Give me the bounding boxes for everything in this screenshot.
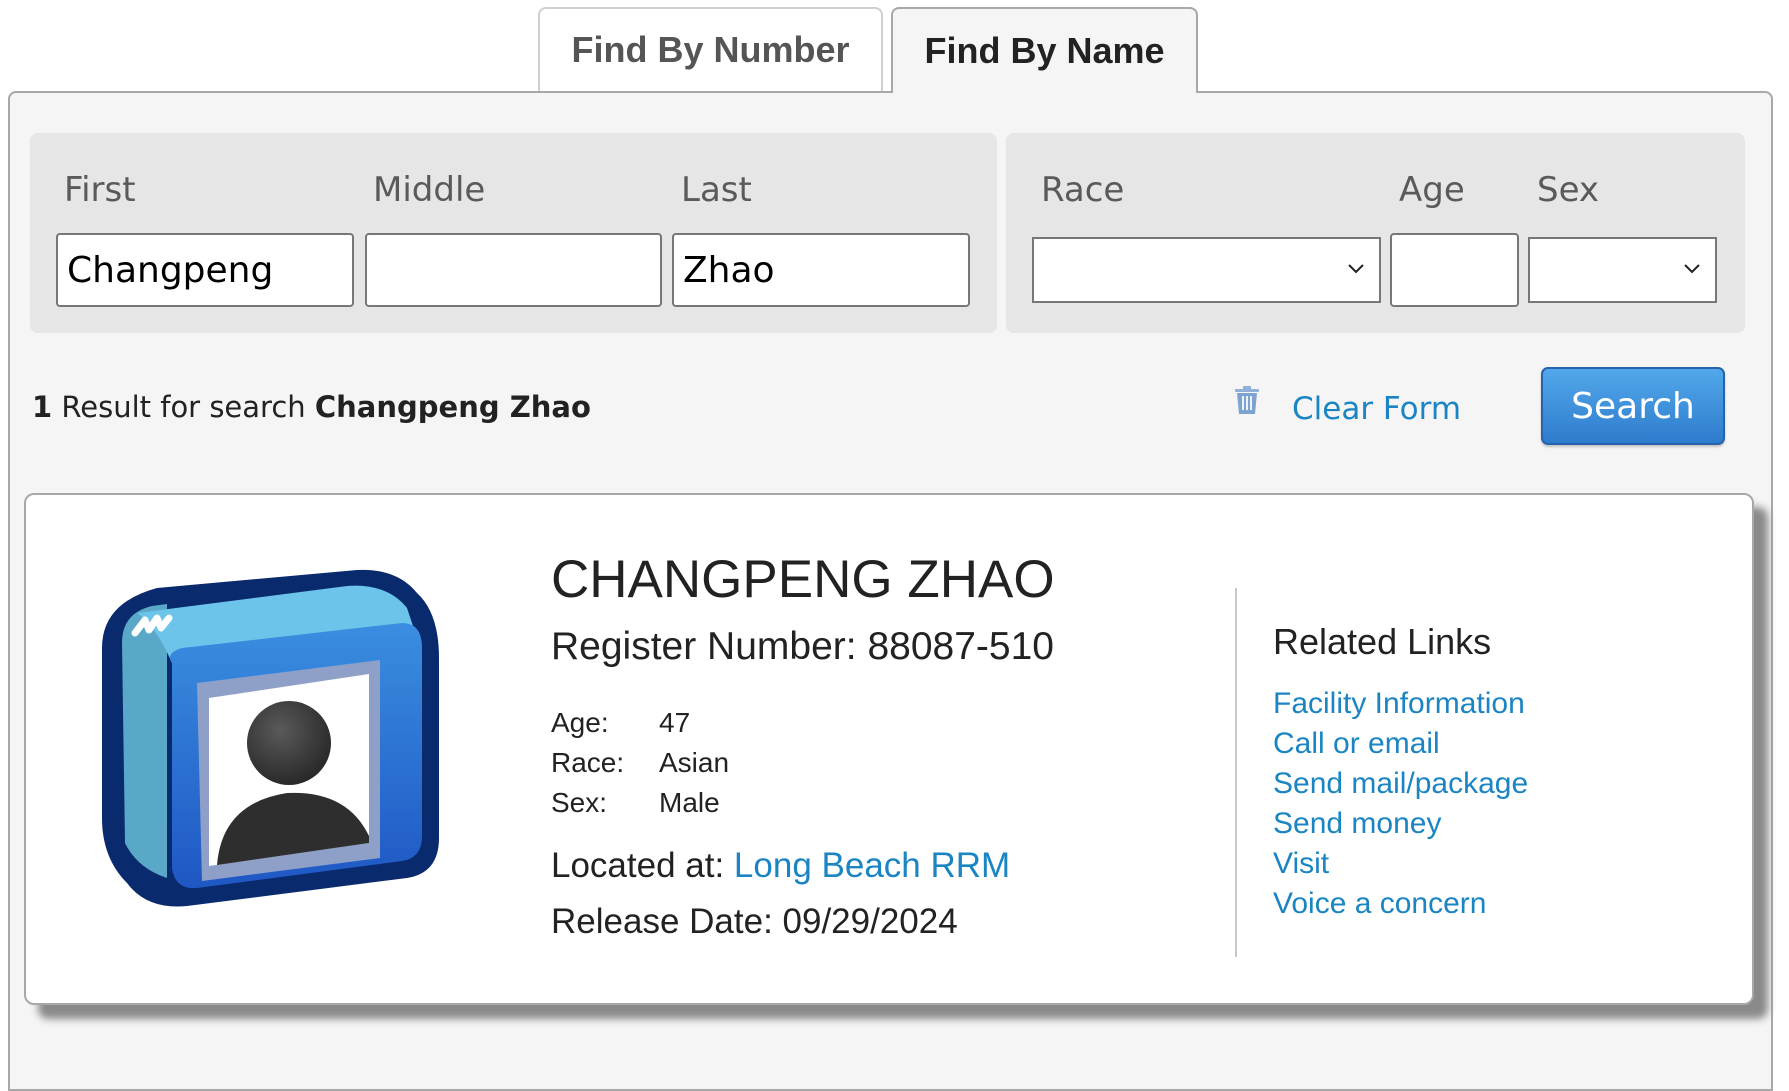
location: Located at: Long Beach RRM: [551, 844, 1010, 888]
age-input[interactable]: [1390, 233, 1519, 307]
race-label: Race: [1041, 170, 1125, 210]
trash-icon[interactable]: [1234, 385, 1260, 415]
clear-form-link[interactable]: Clear Form: [1292, 389, 1461, 429]
location-label: Located at:: [551, 846, 734, 885]
result-summary: 1 Result for search Changpeng Zhao: [32, 389, 591, 425]
release-date-label: Release Date:: [551, 902, 783, 941]
age-detail-value: 47: [659, 707, 691, 738]
race-detail-value: Asian: [659, 747, 730, 778]
register-number-value: 88087-510: [867, 625, 1054, 668]
register-number-label: Register Number:: [551, 625, 868, 668]
first-name-label: First: [64, 170, 136, 210]
related-link-send-money[interactable]: Send money: [1273, 807, 1441, 840]
result-count: 1: [32, 390, 53, 424]
middle-name-label: Middle: [373, 170, 486, 210]
chevron-down-icon: [1348, 264, 1364, 274]
sex-detail-value: Male: [659, 787, 720, 818]
vertical-divider: [1235, 588, 1237, 957]
age-detail-label: Age:: [551, 707, 609, 738]
person-photo-icon: [102, 569, 439, 907]
related-link-facility-information[interactable]: Facility Information: [1273, 687, 1525, 720]
release-date-value: 09/29/2024: [782, 902, 958, 941]
related-link-visit[interactable]: Visit: [1273, 847, 1329, 880]
chevron-down-icon: [1684, 264, 1700, 274]
race-detail-label: Race:: [551, 747, 625, 778]
related-link-call-or-email[interactable]: Call or email: [1273, 727, 1440, 760]
middle-name-input[interactable]: [365, 233, 662, 307]
related-links-title: Related Links: [1273, 621, 1492, 662]
race-select[interactable]: [1032, 237, 1381, 303]
sex-label: Sex: [1537, 170, 1600, 210]
related-link-voice-a-concern[interactable]: Voice a concern: [1273, 887, 1486, 920]
release-date: Release Date: 09/29/2024: [551, 900, 958, 944]
result-summary-text: Result for search: [52, 390, 315, 424]
sex-detail-label: Sex:: [551, 787, 608, 818]
age-label: Age: [1399, 170, 1465, 210]
last-name-input[interactable]: [672, 233, 970, 307]
sex-select[interactable]: [1528, 237, 1717, 303]
demographics-field-group: [1006, 133, 1745, 333]
first-name-input[interactable]: [56, 233, 354, 307]
register-number: Register Number: 88087-510: [551, 623, 1054, 671]
related-link-send-mail-package[interactable]: Send mail/package: [1273, 767, 1528, 800]
last-name-label: Last: [681, 170, 752, 210]
inmate-name: CHANGPENG ZHAO: [551, 550, 1055, 609]
tab-find-by-name[interactable]: Find By Name: [891, 7, 1198, 93]
search-button[interactable]: Search: [1541, 367, 1725, 445]
result-query: Changpeng Zhao: [314, 390, 591, 424]
facility-link[interactable]: Long Beach RRM: [734, 846, 1010, 885]
tab-find-by-number[interactable]: Find By Number: [538, 7, 883, 91]
